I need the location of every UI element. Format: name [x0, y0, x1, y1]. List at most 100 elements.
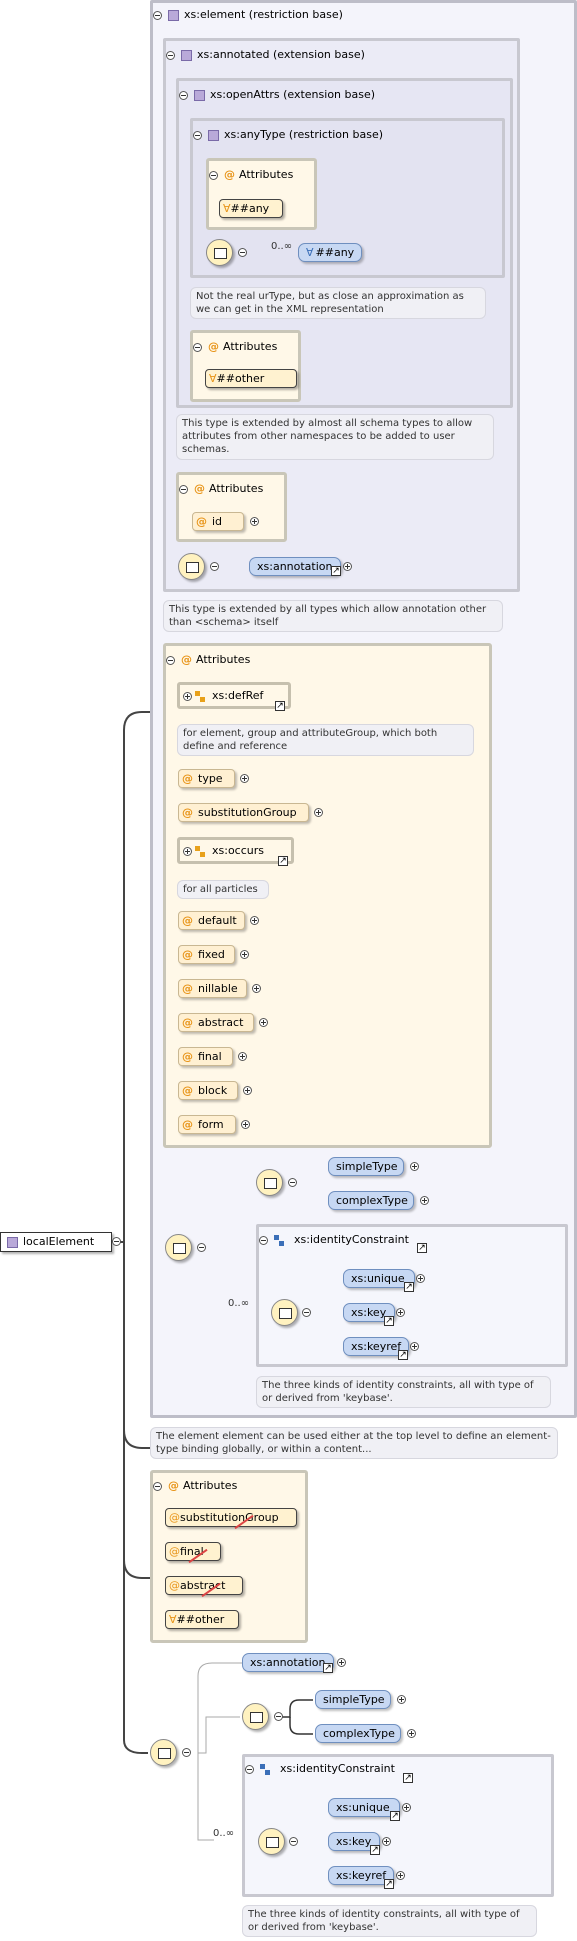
annotated-group-title: xs:annotated (extension base) [197, 48, 365, 61]
expand-toggle[interactable] [410, 1342, 419, 1351]
collapse-sequence-toggle[interactable] [197, 1243, 206, 1252]
sequence-compositor-icon[interactable] [178, 553, 205, 580]
expand-toggle[interactable] [183, 846, 192, 856]
nillable-attribute-node[interactable]: @ nillable [178, 979, 247, 998]
expand-toggle[interactable] [382, 1837, 391, 1846]
form-attribute-node[interactable]: @ form [178, 1115, 236, 1134]
collapse-choice-toggle[interactable] [274, 1712, 283, 1721]
sequence-compositor-icon[interactable] [165, 1234, 192, 1261]
complextype-element-node[interactable]: complexType [315, 1724, 401, 1743]
sequence-compositor-icon[interactable] [150, 1739, 177, 1766]
substitutiongroup-attribute-node[interactable]: @substitutionGroup [178, 803, 309, 822]
id-attribute-node[interactable]: @ id [192, 512, 244, 531]
complextype-element-node[interactable]: complexType [328, 1191, 414, 1210]
reference-arrow-icon[interactable]: ↗ [331, 566, 341, 576]
expand-toggle[interactable] [416, 1274, 425, 1283]
choice-compositor-icon[interactable] [258, 1828, 285, 1855]
expand-toggle[interactable] [243, 1086, 252, 1095]
expand-toggle[interactable] [402, 1803, 411, 1812]
reference-arrow-icon[interactable]: ↗ [398, 1350, 408, 1360]
block-attribute-node[interactable]: @ block [178, 1081, 238, 1100]
attribute-icon: @ [168, 1479, 179, 1492]
expand-toggle[interactable] [407, 1729, 416, 1738]
collapse-sequence-toggle[interactable] [182, 1748, 191, 1757]
expand-toggle[interactable] [250, 916, 259, 925]
occurs-attribute-group[interactable]: xs:occurs [177, 837, 294, 864]
root-element-node[interactable]: localElement [0, 1232, 112, 1252]
choice-compositor-icon[interactable] [256, 1169, 283, 1196]
collapse-toggle[interactable] [153, 1481, 162, 1491]
collapse-toggle[interactable] [193, 130, 202, 140]
expand-id-toggle[interactable] [250, 517, 259, 526]
collapse-choice-toggle[interactable] [288, 1178, 297, 1187]
simpletype-element-node[interactable]: simpleType [328, 1157, 404, 1176]
complextype-label: complexType [323, 1727, 395, 1740]
type-attribute-node[interactable]: @ type [178, 769, 235, 788]
wildcard-icon: ∀ [209, 372, 217, 385]
expand-toggle[interactable] [241, 1120, 250, 1129]
abstract-attribute-node[interactable]: @ abstract [178, 1013, 254, 1032]
reference-arrow-icon[interactable]: ↗ [384, 1316, 394, 1326]
collapse-toggle[interactable] [166, 655, 175, 665]
reference-arrow-icon[interactable]: ↗ [384, 1879, 394, 1889]
simpletype-element-node[interactable]: simpleType [315, 1690, 391, 1709]
any-attribute-node[interactable]: ∀##any [219, 199, 283, 218]
final-attribute-node[interactable]: @ final [178, 1047, 233, 1066]
collapse-sequence-toggle[interactable] [210, 562, 219, 571]
reference-arrow-icon[interactable]: ↗ [404, 1282, 414, 1292]
collapse-choice-toggle[interactable] [302, 1308, 311, 1317]
attributes-title: Attributes [196, 653, 251, 666]
collapse-toggle[interactable] [193, 342, 202, 352]
collapse-root-toggle[interactable] [112, 1237, 121, 1246]
reference-arrow-icon[interactable]: ↗ [275, 701, 285, 711]
choice-compositor-icon[interactable] [271, 1299, 298, 1326]
expand-toggle[interactable] [410, 1162, 419, 1171]
collapse-toggle[interactable] [209, 170, 218, 180]
annotated-attributes-header: @ Attributes [179, 482, 263, 495]
expand-toggle[interactable] [238, 1052, 247, 1061]
expand-toggle[interactable] [420, 1196, 429, 1205]
reference-arrow-icon[interactable]: ↗ [370, 1845, 380, 1855]
expand-toggle[interactable] [314, 808, 323, 817]
expand-toggle[interactable] [240, 774, 249, 783]
collapse-toggle[interactable] [179, 484, 188, 494]
reference-arrow-icon[interactable]: ↗ [278, 856, 288, 866]
expand-toggle[interactable] [337, 1658, 346, 1667]
reference-arrow-icon[interactable]: ↗ [323, 1663, 333, 1673]
expand-toggle[interactable] [252, 984, 261, 993]
other-attribute-node[interactable]: ∀##other [165, 1610, 239, 1629]
annotation-element-node[interactable]: xs:annotation [242, 1653, 334, 1672]
openattrs-group-header: xs:openAttrs (extension base) [179, 88, 375, 101]
expand-toggle[interactable] [259, 1018, 268, 1027]
expand-toggle[interactable] [240, 950, 249, 959]
expand-toggle[interactable] [396, 1308, 405, 1317]
collapse-toggle[interactable] [166, 50, 175, 60]
collapse-toggle[interactable] [179, 90, 188, 100]
element-icon [168, 9, 179, 21]
defref-attribute-group[interactable]: xs:defRef [177, 682, 291, 709]
collapse-toggle[interactable] [245, 1764, 254, 1774]
reference-arrow-icon[interactable]: ↗ [390, 1811, 400, 1821]
collapse-toggle[interactable] [259, 1235, 268, 1245]
default-attribute-node[interactable]: @ default [178, 911, 245, 930]
key-label: xs:key [351, 1306, 387, 1319]
other-attribute-label: ##other [176, 1613, 225, 1626]
substitutiongroup-attribute-node[interactable]: @substitutionGroup [165, 1508, 297, 1527]
annotation-element-node[interactable]: xs:annotation [249, 557, 341, 576]
fixed-attribute-node[interactable]: @ fixed [178, 945, 235, 964]
sequence-compositor-icon[interactable] [206, 239, 233, 266]
any-element-node[interactable]: ∀ ##any [298, 243, 362, 262]
collapse-sequence-toggle[interactable] [238, 248, 247, 257]
expand-toggle[interactable] [183, 691, 192, 701]
expand-toggle[interactable] [396, 1871, 405, 1880]
reference-arrow-icon[interactable]: ↗ [417, 1243, 427, 1253]
other-attribute-node[interactable]: ∀##other [205, 369, 297, 388]
expand-toggle[interactable] [397, 1695, 406, 1704]
expand-annotation-toggle[interactable] [343, 562, 352, 571]
annotation-label: xs:annotation [250, 1656, 326, 1669]
choice-compositor-icon[interactable] [242, 1703, 269, 1730]
reference-arrow-icon[interactable]: ↗ [403, 1773, 413, 1783]
collapse-choice-toggle[interactable] [289, 1837, 298, 1846]
collapse-toggle[interactable] [153, 10, 162, 20]
local-attributes-header: @ Attributes [153, 1479, 237, 1492]
